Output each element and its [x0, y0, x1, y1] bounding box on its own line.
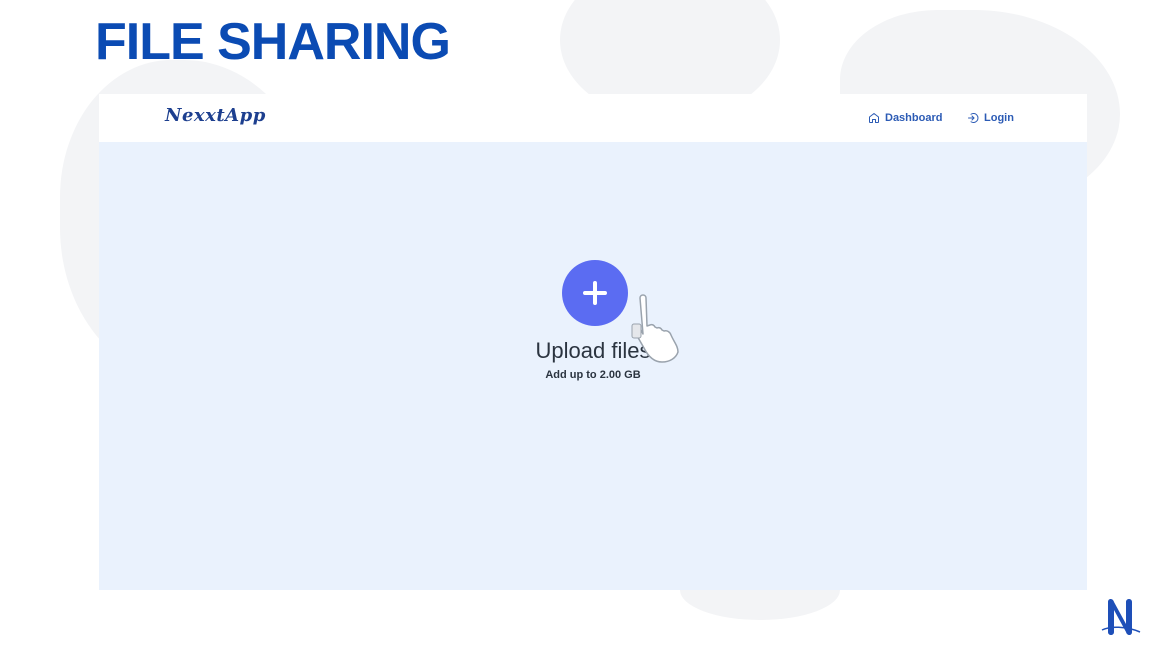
- nav-dashboard-label: Dashboard: [885, 112, 943, 124]
- hand-pointer-icon: [631, 294, 679, 363]
- app-header: NexxtApp Dashboard Login: [99, 94, 1087, 142]
- app-logo[interactable]: NexxtApp: [165, 105, 266, 126]
- upload-title: Upload files: [535, 338, 651, 363]
- home-icon: [869, 113, 879, 123]
- nav-dashboard-link[interactable]: Dashboard: [864, 106, 946, 130]
- upload-dropzone[interactable]: Upload files Add up to 2.00 GB: [99, 142, 1087, 590]
- upload-subtitle: Add up to 2.00 GB: [545, 369, 641, 381]
- nav-login-label: Login: [984, 112, 1014, 124]
- plus-icon: [583, 281, 607, 305]
- upload-button[interactable]: [562, 260, 628, 326]
- login-icon: [968, 113, 979, 123]
- nav-login-link[interactable]: Login: [963, 106, 1018, 130]
- app-window: NexxtApp Dashboard Login Upload files Ad…: [99, 94, 1087, 590]
- nexxtapp-logo-icon: [1101, 599, 1141, 635]
- page-title: FILE SHARING: [95, 13, 451, 71]
